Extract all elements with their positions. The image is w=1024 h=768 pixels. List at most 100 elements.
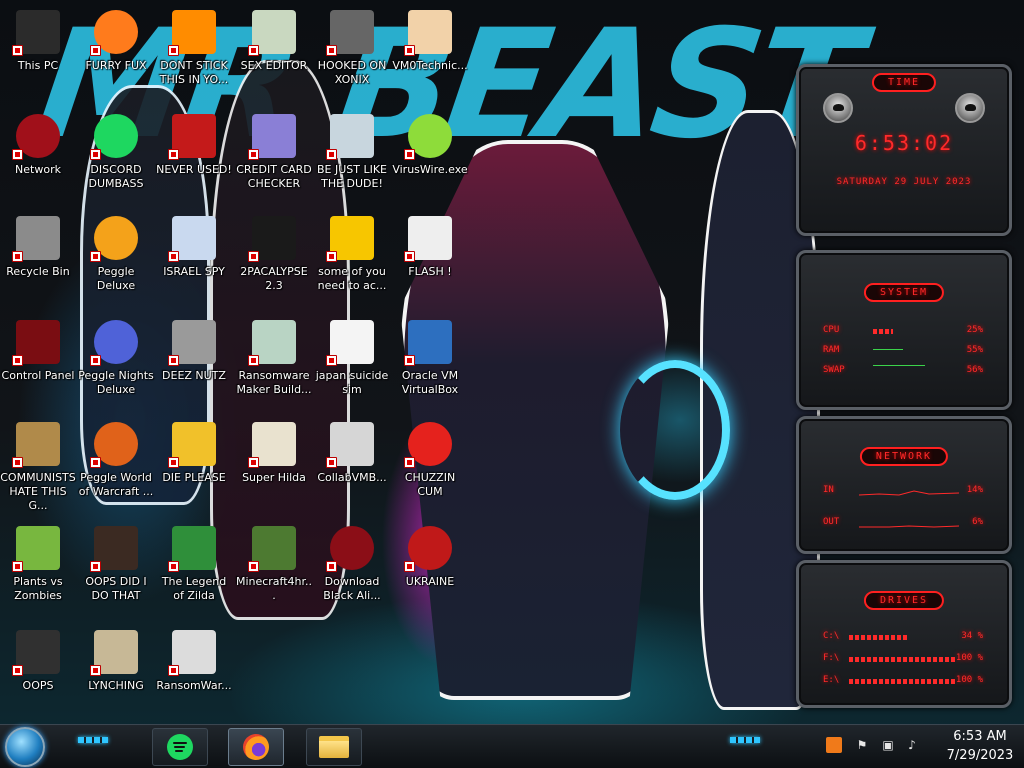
drives-widget-title: DRIVES: [863, 591, 945, 610]
system-widget[interactable]: SYSTEM CPU 25% RAM 55% SWAP 56%: [796, 250, 1012, 410]
orange-app-icon[interactable]: [826, 737, 842, 753]
network-icon[interactable]: ▣: [880, 737, 896, 753]
desktop-icon[interactable]: OOPS DID I DO THAT: [78, 522, 154, 622]
desktop-icon[interactable]: CollabVMB...: [314, 418, 390, 518]
network-widget[interactable]: NETWORK IN 14% OUT 6%: [796, 416, 1012, 554]
start-orb-button[interactable]: [5, 727, 45, 767]
flag-icon[interactable]: ⚑: [854, 737, 870, 753]
desktop-icon[interactable]: Control Panel: [0, 316, 76, 416]
lime-icon: [404, 114, 452, 160]
desktop-icon[interactable]: Network: [0, 110, 76, 210]
portrait-woman-icon: [90, 526, 138, 572]
desktop-icon[interactable]: LYNCHING: [78, 626, 154, 726]
taskbar: ⚑ ▣ ♪ 6:53 AM 7/29/2023: [0, 724, 1024, 768]
taskbar-decor-left: [78, 737, 108, 743]
pixel-dog-icon: [248, 422, 296, 468]
desktop-icon[interactable]: ISRAEL SPY: [156, 212, 232, 312]
desktop-icon-label: Control Panel: [1, 369, 75, 382]
desktop-icon[interactable]: 2PACALYPSE 2.3: [236, 212, 312, 312]
desktop-icon[interactable]: Peggle Deluxe: [78, 212, 154, 312]
desktop-icon[interactable]: RansomWar...: [156, 626, 232, 726]
desktop-icon[interactable]: DEEZ NUTZ: [156, 316, 232, 416]
ram-meter-bar: [873, 349, 903, 350]
shortcut-arrow-icon: [326, 251, 337, 262]
desktop-icon[interactable]: Recycle Bin: [0, 212, 76, 312]
network-row-value: 6%: [972, 517, 983, 527]
desktop-icon[interactable]: CREDIT CARD CHECKER: [236, 110, 312, 210]
ransomware-window-icon: [248, 320, 296, 366]
shortcut-arrow-icon: [12, 561, 23, 572]
shortcut-arrow-icon: [12, 149, 23, 160]
taskbar-firefox-button[interactable]: [228, 728, 284, 766]
desktop-icon[interactable]: BE JUST LIKE THE DUDE!: [314, 110, 390, 210]
network-out-graph: [859, 525, 959, 528]
shortcut-arrow-icon: [12, 45, 23, 56]
network-row-value: 14%: [966, 485, 983, 495]
doctor-person-icon: [404, 10, 452, 56]
drive-row-value: 34 %: [961, 631, 983, 641]
desktop-icon[interactable]: OOPS: [0, 626, 76, 726]
shortcut-arrow-icon: [168, 457, 179, 468]
desktop-icon[interactable]: FLASH !: [392, 212, 468, 312]
shortcut-arrow-icon: [168, 665, 179, 676]
desktop-icon[interactable]: UKRAINE: [392, 522, 468, 622]
desktop-icon[interactable]: Super Hilda: [236, 418, 312, 518]
desktop-icon[interactable]: HOOKED ON XONIX: [314, 6, 390, 106]
time-widget[interactable]: TIME 6:53:02 SATURDAY 29 JULY 2023: [796, 64, 1012, 236]
plants-vs-zombies-icon: [12, 526, 60, 572]
desktop-icon[interactable]: Oracle VM VirtualBox: [392, 316, 468, 416]
desktop-icon[interactable]: Ransomware Maker Build...: [236, 316, 312, 416]
desktop-icon[interactable]: VirusWire.exe: [392, 110, 468, 210]
volume-icon[interactable]: ♪: [904, 737, 920, 753]
desktop-icon[interactable]: DONT STICK THIS IN YO...: [156, 6, 232, 106]
desktop-icon[interactable]: FURRY FUX: [78, 6, 154, 106]
system-row-label: SWAP: [823, 365, 845, 375]
desktop[interactable]: { "wallpaper": {"title_text": "MR BEAST"…: [0, 0, 1024, 768]
santa-dude-icon: [326, 114, 374, 160]
shortcut-arrow-icon: [90, 665, 101, 676]
desktop-icon[interactable]: DIE PLEASE: [156, 418, 232, 518]
shortcut-arrow-icon: [248, 561, 259, 572]
shortcut-arrow-icon: [404, 149, 415, 160]
peggle-icon: [90, 216, 138, 262]
desktop-icon[interactable]: Peggle World of Warcraft ...: [78, 418, 154, 518]
desktop-icon[interactable]: Peggle Nights Deluxe: [78, 316, 154, 416]
vlc-cone-icon: [168, 10, 216, 56]
shortcut-arrow-icon: [12, 665, 23, 676]
desktop-icon[interactable]: DISCORD DUMBASS: [78, 110, 154, 210]
shortcut-arrow-icon: [248, 457, 259, 468]
taskbar-clock[interactable]: 6:53 AM 7/29/2023: [940, 727, 1020, 765]
desktop-icon-label: OOPS: [22, 679, 54, 692]
shortcut-arrow-icon: [168, 149, 179, 160]
desktop-icon[interactable]: The Legend of Zilda: [156, 522, 232, 622]
desktop-icon[interactable]: CHUZZIN CUM: [392, 418, 468, 518]
drives-widget[interactable]: DRIVES C:\ 34 % F:\ 100 % E:\ 100 %: [796, 560, 1012, 708]
desktop-icon-label: Ransomware Maker Build...: [236, 369, 312, 396]
shortcut-arrow-icon: [168, 251, 179, 262]
desktop-icon[interactable]: SEX EDITOR: [236, 6, 312, 106]
shortcut-arrow-icon: [12, 457, 23, 468]
taskbar-spotify-button[interactable]: [152, 728, 208, 766]
cpu-meter-bar: [873, 329, 893, 334]
system-row-label: CPU: [823, 325, 840, 335]
drive-row-label: C:\: [823, 631, 840, 641]
desktop-icon[interactable]: VM0Technic...: [392, 6, 468, 106]
desktop-icon[interactable]: NEVER USED!: [156, 110, 232, 210]
system-row-value: 25%: [966, 325, 983, 335]
clock-time: 6:53 AM: [953, 729, 1007, 744]
desktop-icon[interactable]: some of you need to ac...: [314, 212, 390, 312]
flash-document-icon: [404, 216, 452, 262]
desktop-icon[interactable]: Download Black Ali...: [314, 522, 390, 622]
taskbar-file-explorer-button[interactable]: [306, 728, 362, 766]
desktop-icon[interactable]: Minecraft4hr...: [236, 522, 312, 622]
alien-orb-icon: [326, 526, 374, 572]
desktop-icon-label: NEVER USED!: [156, 163, 232, 176]
drive-e-usage-bar: [849, 679, 955, 684]
system-row-value: 56%: [966, 365, 983, 375]
desktop-icon[interactable]: japan suicide sim: [314, 316, 390, 416]
shortcut-arrow-icon: [12, 355, 23, 366]
desktop-icon-label: DEEZ NUTZ: [162, 369, 226, 382]
desktop-icon[interactable]: Plants vs Zombies: [0, 522, 76, 622]
desktop-icon[interactable]: COMMUNISTS HATE THIS G...: [0, 418, 76, 518]
desktop-icon[interactable]: This PC: [0, 6, 76, 106]
